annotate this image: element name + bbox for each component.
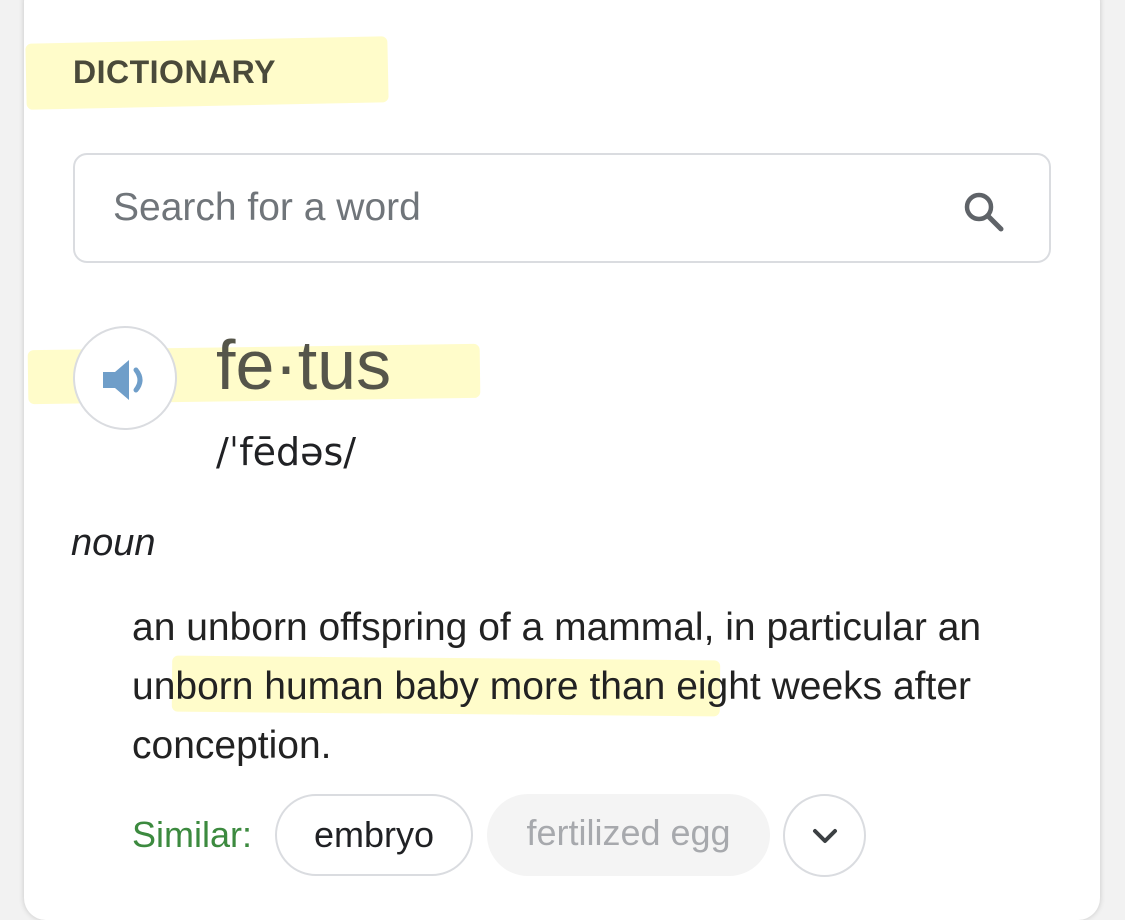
section-title: DICTIONARY (73, 54, 276, 90)
similar-chip-embryo[interactable]: embryo (275, 794, 473, 876)
similar-label: Similar: (132, 814, 253, 855)
definition-text: an unborn offspring of a mammal, in part… (132, 606, 982, 767)
speaker-icon (103, 360, 143, 400)
headword: fe·tus (216, 326, 392, 404)
phonetic-spelling: /ˈfēdəs/ (216, 430, 357, 474)
pronounce-button[interactable] (73, 326, 177, 430)
search-box[interactable] (73, 153, 1051, 263)
search-icon[interactable] (963, 191, 1005, 233)
dictionary-card (24, 0, 1100, 920)
search-input[interactable] (111, 177, 935, 239)
similar-chip-fertilized-egg[interactable]: fertilized egg (487, 794, 770, 876)
expand-similar-button[interactable] (783, 794, 866, 877)
chevron-down-icon (813, 829, 837, 843)
part-of-speech: noun (71, 522, 156, 564)
